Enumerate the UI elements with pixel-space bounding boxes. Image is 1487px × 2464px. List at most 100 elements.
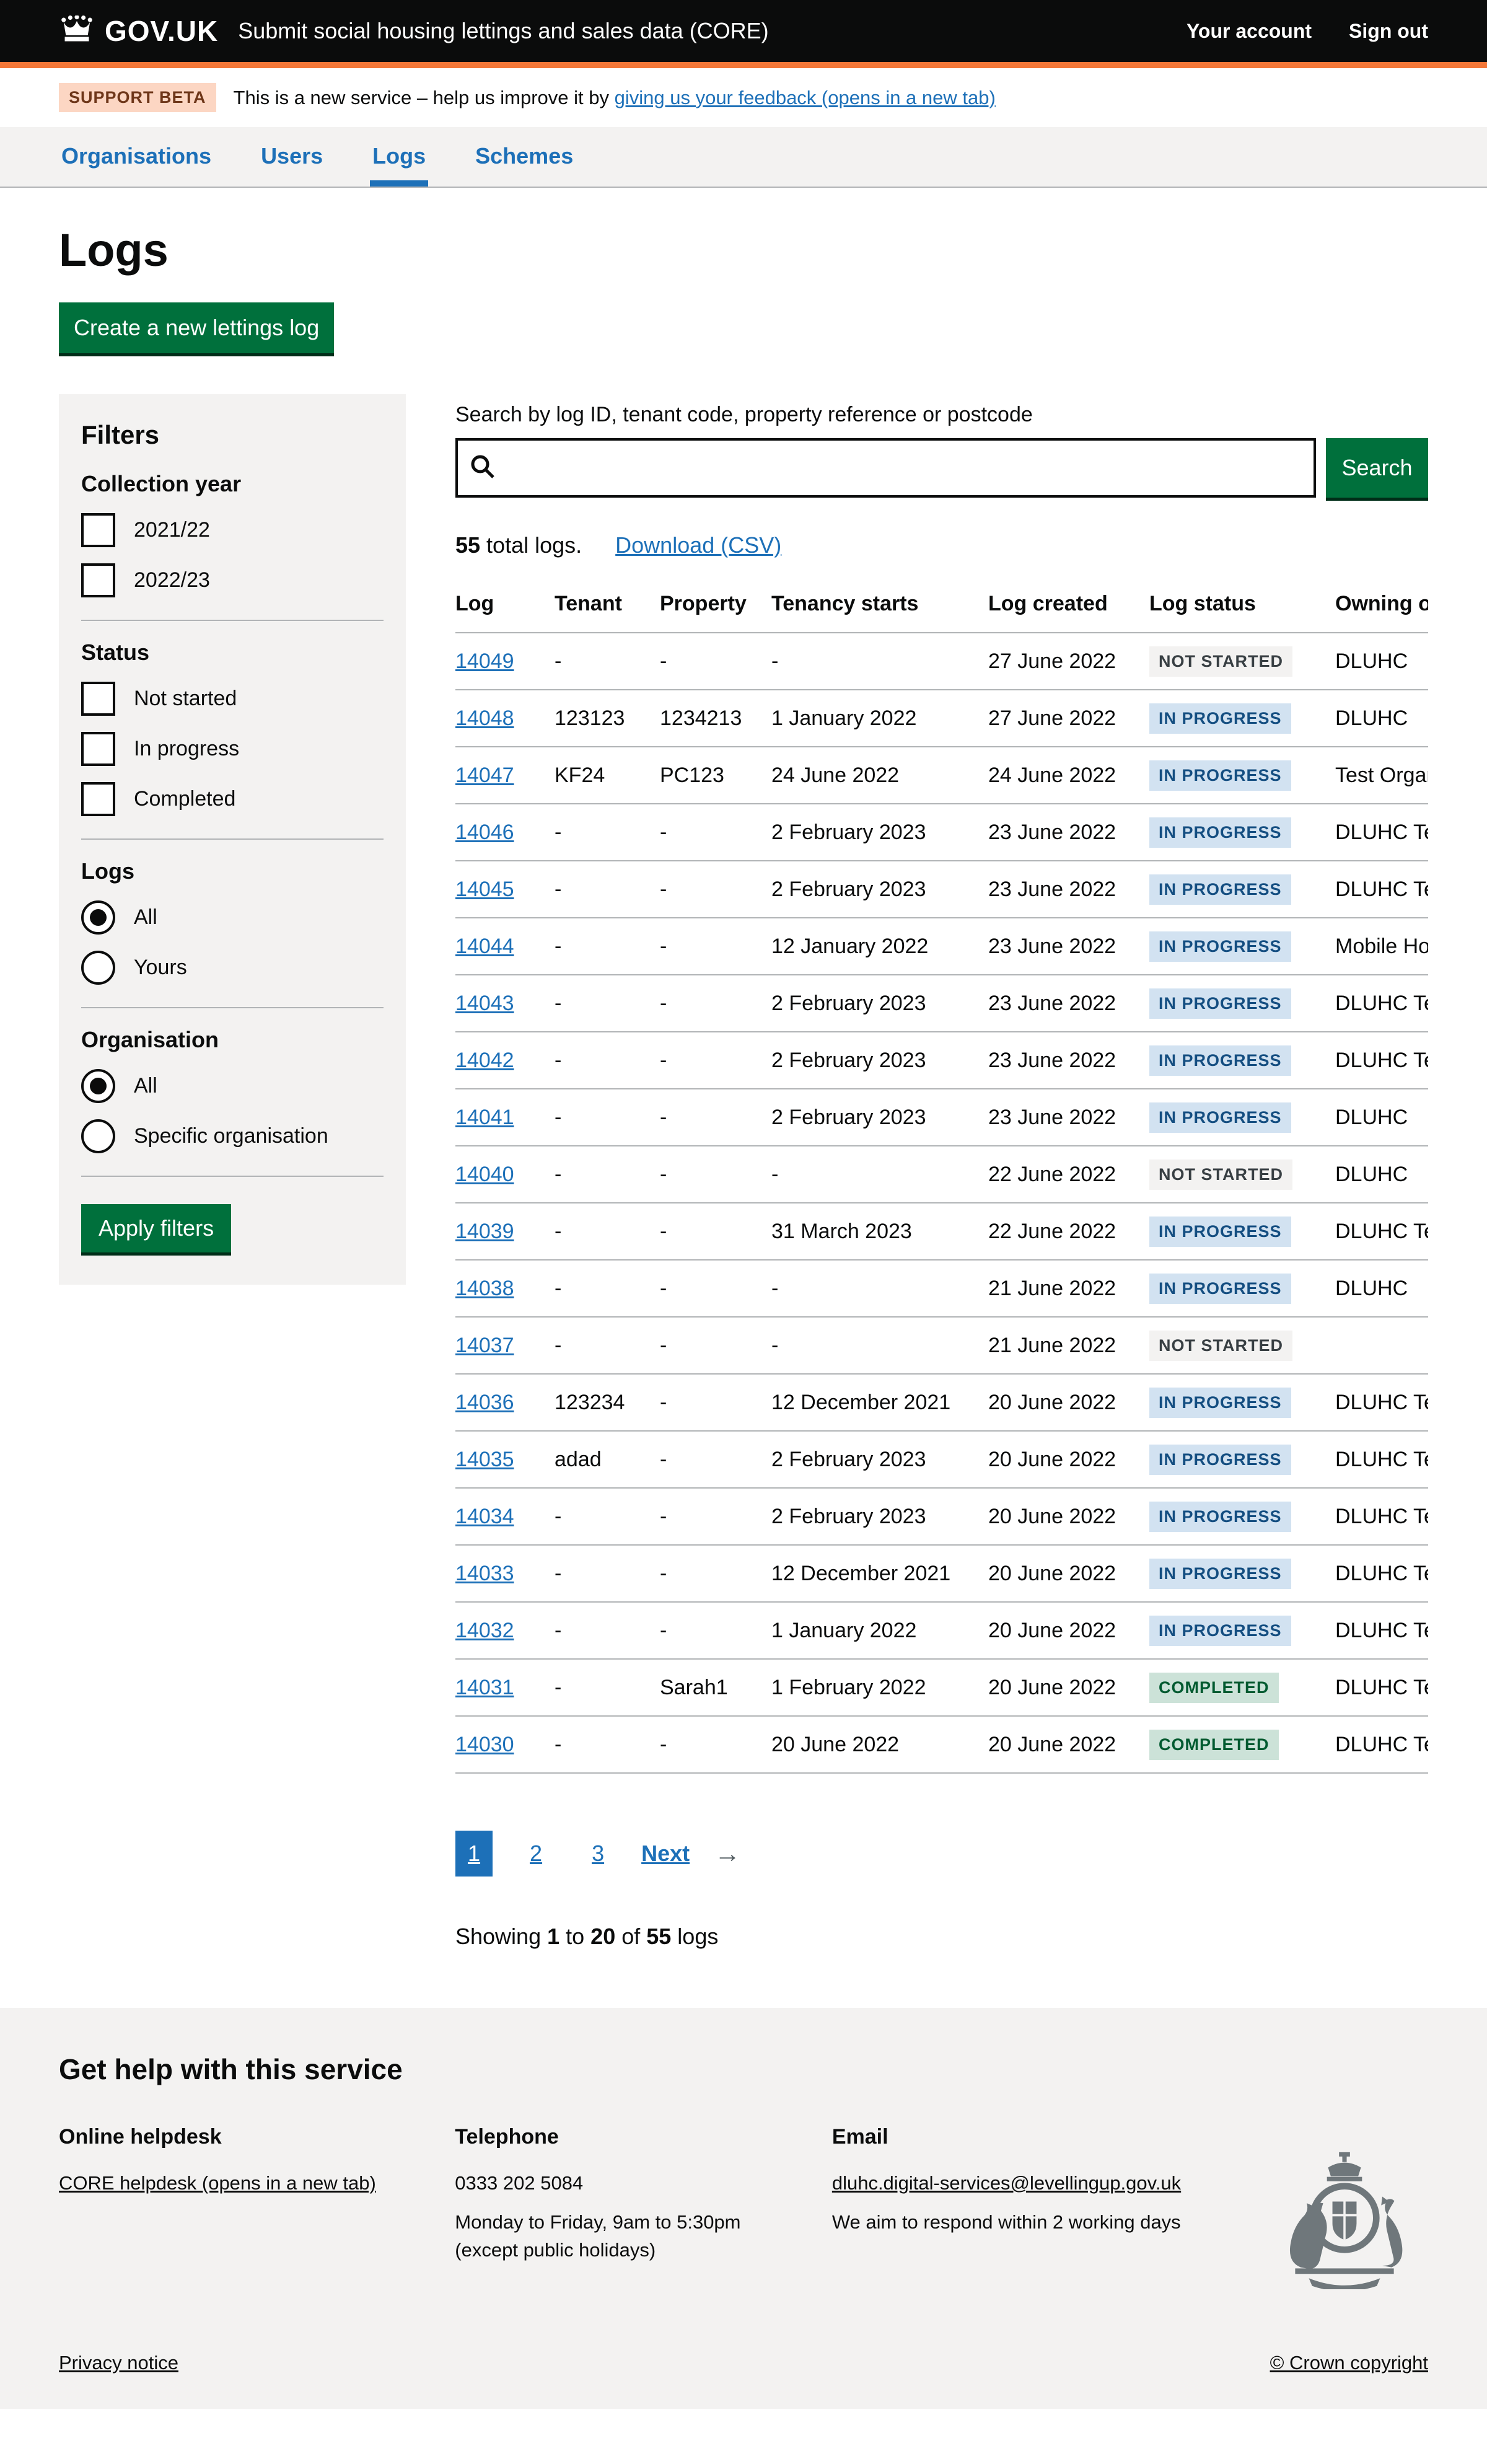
log-link-14046[interactable]: 14046	[455, 821, 514, 844]
feedback-link[interactable]: giving us your feedback (opens in a new …	[615, 87, 996, 108]
total-logs-label: total logs.	[480, 532, 582, 558]
checkbox-in-progress[interactable]	[81, 732, 115, 766]
log-link-14036[interactable]: 14036	[455, 1391, 514, 1414]
checkbox-2022-23[interactable]	[81, 563, 115, 597]
cell-log-status: NOT STARTED	[1149, 1317, 1335, 1374]
column-header-tenant: Tenant	[555, 581, 660, 633]
status-badge: IN PROGRESS	[1149, 1445, 1291, 1475]
table-row: 14041--2 February 202323 June 2022IN PRO…	[455, 1089, 1428, 1146]
cell-tenancy-starts: 2 February 2023	[771, 804, 988, 861]
core-helpdesk-link[interactable]: CORE helpdesk (opens in a new tab)	[59, 2172, 376, 2194]
service-name-link[interactable]: Submit social housing lettings and sales…	[238, 18, 768, 44]
column-header-log: Log	[455, 581, 555, 633]
log-link-14039[interactable]: 14039	[455, 1220, 514, 1243]
cell-tenant: -	[555, 918, 660, 975]
log-link-14047[interactable]: 14047	[455, 763, 514, 787]
cell-log-created: 20 June 2022	[988, 1716, 1149, 1773]
cell-tenancy-starts: -	[771, 633, 988, 690]
cell-log: 14037	[455, 1317, 555, 1374]
footer-telephone: Telephone 0333 202 5084 Monday to Friday…	[455, 2122, 832, 2264]
download-csv-link[interactable]: Download (CSV)	[615, 532, 781, 558]
email-response-note: We aim to respond within 2 working days	[832, 2209, 1261, 2237]
nav-item-logs[interactable]: Logs	[370, 127, 428, 187]
cell-log: 14048	[455, 690, 555, 747]
cell-owning-organisation: DLUHC Test	[1335, 1374, 1428, 1431]
filter-option-label: Not started	[134, 687, 237, 711]
log-link-14048[interactable]: 14048	[455, 706, 514, 730]
log-link-14033[interactable]: 14033	[455, 1562, 514, 1585]
log-link-14030[interactable]: 14030	[455, 1733, 514, 1756]
log-link-14040[interactable]: 14040	[455, 1163, 514, 1186]
pagination-page-3[interactable]: 3	[579, 1831, 616, 1877]
log-link-14042[interactable]: 14042	[455, 1049, 514, 1072]
log-link-14045[interactable]: 14045	[455, 878, 514, 901]
pagination: 123Next→	[455, 1831, 1428, 1877]
log-link-14034[interactable]: 14034	[455, 1505, 514, 1528]
status-badge: IN PROGRESS	[1149, 1274, 1291, 1304]
radio-specific-organisation[interactable]	[81, 1119, 115, 1153]
cell-log-created: 22 June 2022	[988, 1146, 1149, 1203]
cell-tenancy-starts: 31 March 2023	[771, 1203, 988, 1260]
filter-option-label: Completed	[134, 787, 235, 811]
pagination-next[interactable]: Next	[641, 1841, 690, 1867]
apply-filters-button[interactable]: Apply filters	[81, 1204, 231, 1252]
cell-log-status: IN PROGRESS	[1149, 1374, 1335, 1431]
cell-owning-organisation: DLUHC Test	[1335, 1431, 1428, 1488]
cell-tenancy-starts: 2 February 2023	[771, 1089, 988, 1146]
cell-tenant: -	[555, 975, 660, 1032]
cell-property: -	[660, 1374, 771, 1431]
cell-tenancy-starts: 2 February 2023	[771, 1431, 988, 1488]
log-link-14041[interactable]: 14041	[455, 1106, 514, 1129]
status-badge: IN PROGRESS	[1149, 1559, 1291, 1589]
cell-log: 14036	[455, 1374, 555, 1431]
column-header-log-created: Log created	[988, 581, 1149, 633]
filter-divider	[81, 1176, 384, 1177]
table-row: 14042--2 February 202323 June 2022IN PRO…	[455, 1032, 1428, 1089]
log-link-14038[interactable]: 14038	[455, 1277, 514, 1300]
cell-log-created: 23 June 2022	[988, 1032, 1149, 1089]
sign-out-link[interactable]: Sign out	[1349, 20, 1428, 43]
radio-all[interactable]	[81, 1069, 115, 1103]
filters-title: Filters	[81, 420, 384, 450]
cell-property: -	[660, 861, 771, 918]
search-input[interactable]	[455, 438, 1316, 498]
nav-item-users[interactable]: Users	[258, 127, 325, 187]
cell-log-created: 21 June 2022	[988, 1317, 1149, 1374]
search-button[interactable]: Search	[1326, 438, 1428, 498]
column-header-property: Property	[660, 581, 771, 633]
cell-log-created: 27 June 2022	[988, 633, 1149, 690]
nav-item-schemes[interactable]: Schemes	[473, 127, 576, 187]
log-link-14043[interactable]: 14043	[455, 992, 514, 1015]
status-badge: IN PROGRESS	[1149, 1616, 1291, 1646]
cell-log-status: NOT STARTED	[1149, 633, 1335, 690]
cell-tenancy-starts: 12 December 2021	[771, 1545, 988, 1602]
privacy-notice-link[interactable]: Privacy notice	[59, 2352, 178, 2374]
log-link-14031[interactable]: 14031	[455, 1676, 514, 1699]
create-lettings-log-button[interactable]: Create a new lettings log	[59, 302, 334, 353]
cell-property: -	[660, 1431, 771, 1488]
table-row: 14031-Sarah11 February 202220 June 2022C…	[455, 1659, 1428, 1716]
checkbox-2021-22[interactable]	[81, 513, 115, 547]
beta-text: This is a new service – help us improve …	[234, 87, 996, 109]
filter-option-logs-yours: Yours	[81, 951, 384, 985]
pagination-page-1[interactable]: 1	[455, 1831, 493, 1877]
log-link-14037[interactable]: 14037	[455, 1334, 514, 1357]
pagination-page-2[interactable]: 2	[517, 1831, 555, 1877]
radio-yours[interactable]	[81, 951, 115, 985]
checkbox-not-started[interactable]	[81, 682, 115, 716]
log-link-14049[interactable]: 14049	[455, 649, 514, 673]
log-link-14032[interactable]: 14032	[455, 1619, 514, 1642]
checkbox-completed[interactable]	[81, 782, 115, 816]
cell-log-status: IN PROGRESS	[1149, 1431, 1335, 1488]
total-logs-count: 55	[455, 532, 480, 558]
log-link-14035[interactable]: 14035	[455, 1448, 514, 1471]
cell-owning-organisation: DLUHC	[1335, 1146, 1428, 1203]
govuk-logo[interactable]: GOV.UK	[59, 14, 218, 48]
email-link[interactable]: dluhc.digital-services@levellingup.gov.u…	[832, 2172, 1181, 2194]
crown-copyright-link[interactable]: © Crown copyright	[1270, 2352, 1428, 2374]
your-account-link[interactable]: Your account	[1187, 20, 1312, 43]
nav-item-organisations[interactable]: Organisations	[59, 127, 214, 187]
radio-all[interactable]	[81, 900, 115, 935]
log-link-14044[interactable]: 14044	[455, 935, 514, 958]
cell-log-status: IN PROGRESS	[1149, 1545, 1335, 1602]
